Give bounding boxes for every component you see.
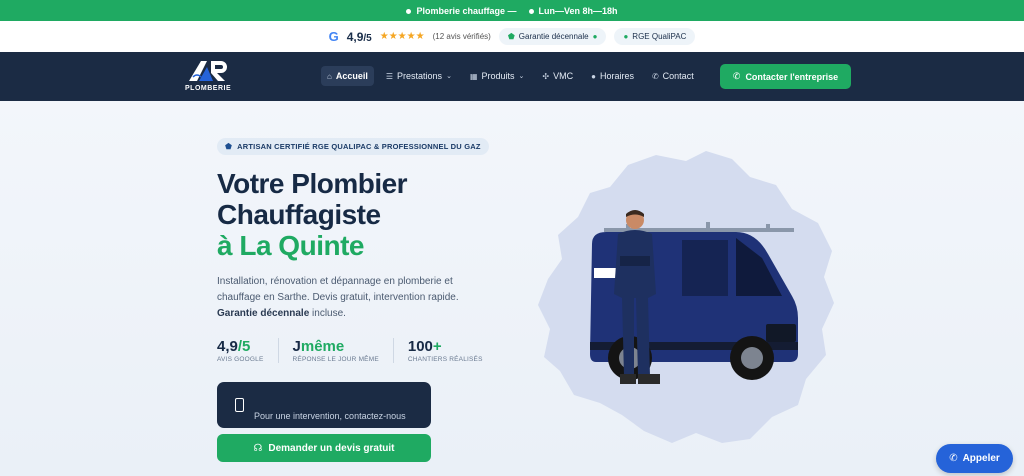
rating-bar: G 4,9/5 ★★★★★ (12 avis vérifiés) ⬟ Garan…	[0, 21, 1024, 52]
stat-projects: 100+ CHANTIERS RÉALISÉS	[407, 338, 483, 363]
site-logo[interactable]: PLOMBERIE	[185, 59, 231, 95]
phone-icon: ✆	[949, 453, 958, 464]
floating-call-button[interactable]: ✆ Appeler	[936, 444, 1013, 473]
bullet-icon	[528, 8, 534, 14]
leaf-icon: ●	[623, 32, 629, 41]
nav-item-prestations[interactable]: ☰ Prestations ⌄	[380, 66, 458, 86]
shield-icon: ⬟	[225, 142, 233, 151]
list-icon: ☰	[385, 71, 394, 81]
grid-icon: ▦	[469, 71, 478, 81]
star-rating-icon: ★★★★★	[379, 31, 425, 42]
logo-brand-text: PLOMBERIE	[185, 85, 232, 92]
hero-title: Votre Plombier Chauffagiste à La Quinte	[217, 168, 408, 261]
phone-icon: ✆	[651, 71, 659, 81]
plumber-person-image	[614, 210, 660, 384]
chevron-down-icon: ⌄	[446, 73, 452, 80]
smartphone-icon	[235, 398, 244, 412]
nav-item-vmc[interactable]: ✣ VMC	[536, 66, 579, 86]
request-quote-button[interactable]: ☊ Demander un devis gratuit	[217, 434, 431, 462]
topbar-item-hours: Lun—Ven 8h—18h	[528, 6, 618, 16]
headset-icon: ☊	[253, 442, 263, 454]
logo-mark-icon	[189, 61, 227, 81]
fan-icon: ✣	[542, 71, 550, 81]
hero-stats: 4,9/5 AVIS GOOGLE Jmême RÉPONSE LE JOUR …	[217, 338, 511, 363]
google-icon: G	[328, 29, 339, 44]
pill-garantie: ⬟ Garantie décennale ●	[498, 28, 607, 45]
topbar-item-specialty: Plomberie chauffage —	[406, 6, 517, 16]
phone-icon: ✆	[732, 71, 741, 81]
chevron-down-icon: ⌄	[518, 73, 525, 80]
top-info-bar: Plomberie chauffage — Lun—Ven 8h—18h	[0, 0, 1024, 21]
clock-icon: ●	[591, 71, 596, 81]
nav-item-horaires[interactable]: ● Horaires	[585, 66, 640, 86]
stat-google-rating: 4,9/5 AVIS GOOGLE	[217, 338, 279, 363]
home-icon: ⌂	[327, 71, 332, 81]
nav-links: ⌂ Accueil ☰ Prestations ⌄ ▦ Produits ⌄ ✣…	[321, 66, 700, 86]
google-score: 4,9/5	[346, 29, 372, 44]
call-box[interactable]: Pour une intervention, contactez-nous	[217, 382, 431, 428]
nav-item-produits[interactable]: ▦ Produits ⌄	[464, 66, 530, 86]
certification-badge: ⬟ ARTISAN CERTIFIÉ RGE QUALIPAC & PROFES…	[217, 138, 489, 155]
nav-item-accueil[interactable]: ⌂ Accueil	[321, 66, 374, 86]
hero-description: Installation, rénovation et dépannage en…	[217, 276, 459, 319]
contact-company-button[interactable]: ✆ Contacter l'entreprise	[720, 64, 851, 89]
main-navbar: PLOMBERIE ⌂ Accueil ☰ Prestations ⌄ ▦ Pr…	[0, 52, 1024, 101]
hero-section: ⬟ ARTISAN CERTIFIÉ RGE QUALIPAC & PROFES…	[0, 101, 1024, 476]
nav-item-contact[interactable]: ✆ Contact	[646, 66, 700, 86]
pill-rge: ● RGE QualiPAC	[614, 28, 696, 45]
check-circle-icon: ●	[592, 32, 598, 41]
bullet-icon	[406, 8, 412, 14]
review-count[interactable]: (12 avis vérifiés)	[433, 32, 491, 41]
stat-same-day: Jmême RÉPONSE LE JOUR MÊME	[293, 338, 394, 363]
shield-icon: ⬟	[507, 32, 515, 41]
